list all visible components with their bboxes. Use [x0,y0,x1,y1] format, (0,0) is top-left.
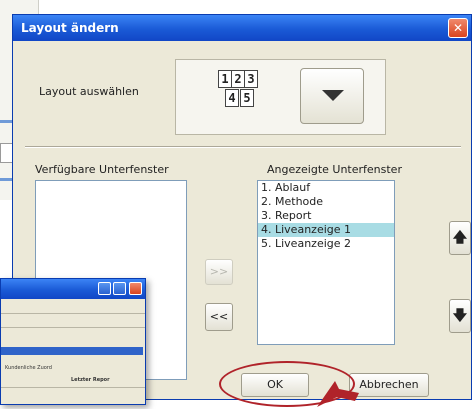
secondary-window-titlebar [1,279,145,299]
shown-windows-list[interactable]: 1. Ablauf 2. Methode 3. Report 4. Livean… [257,180,395,345]
move-left-button[interactable]: << [205,303,233,331]
dialog-titlebar: Layout ändern ✕ [13,15,471,41]
move-right-button[interactable]: >> [205,259,233,285]
layout-dropdown-button[interactable] [300,68,364,124]
layout-cell: 5 [240,89,254,107]
move-down-button[interactable]: 🡇 [449,299,471,333]
dialog-title: Layout ändern [21,21,119,35]
toolbar-divider [1,327,145,328]
close-button[interactable]: ✕ [448,18,468,38]
layout-select-label: Layout auswählen [39,85,139,98]
secondary-window: Kundenliche Zuord Letzter Repor [0,278,146,405]
available-windows-title: Verfügbare Unterfenster [35,163,169,176]
row-divider [1,387,145,388]
selected-row[interactable] [1,347,143,355]
cancel-button[interactable]: Abbrechen [349,373,429,397]
list-item[interactable]: 5. Liveanzeige 2 [258,237,394,251]
layout-selector[interactable]: 1 2 3 4 5 [175,59,386,135]
list-item[interactable]: 1. Ablauf [258,181,394,195]
layout-cell: 2 [231,70,245,88]
row-text: Kundenliche Zuord [5,365,52,371]
maximize-button[interactable] [113,282,126,295]
close-icon: ✕ [452,21,464,35]
minimize-button[interactable] [98,282,111,295]
layout-cell: 4 [225,89,239,107]
close-button[interactable] [129,282,142,295]
list-item-selected[interactable]: 4. Liveanzeige 1 [258,223,394,237]
layout-cell: 1 [218,70,232,88]
layout-cell: 3 [244,70,258,88]
chevron-down-icon [322,90,344,101]
row-text: Letzter Repor [71,377,110,383]
arrow-down-icon: 🡇 [452,308,468,324]
list-item[interactable]: 2. Methode [258,195,394,209]
shown-windows-title: Angezeigte Unterfenster [267,163,402,176]
section-divider [25,146,461,148]
list-item[interactable]: 3. Report [258,209,394,223]
arrow-up-icon: 🡅 [452,230,468,246]
toolbar-divider [1,313,145,314]
move-up-button[interactable]: 🡅 [449,221,471,255]
